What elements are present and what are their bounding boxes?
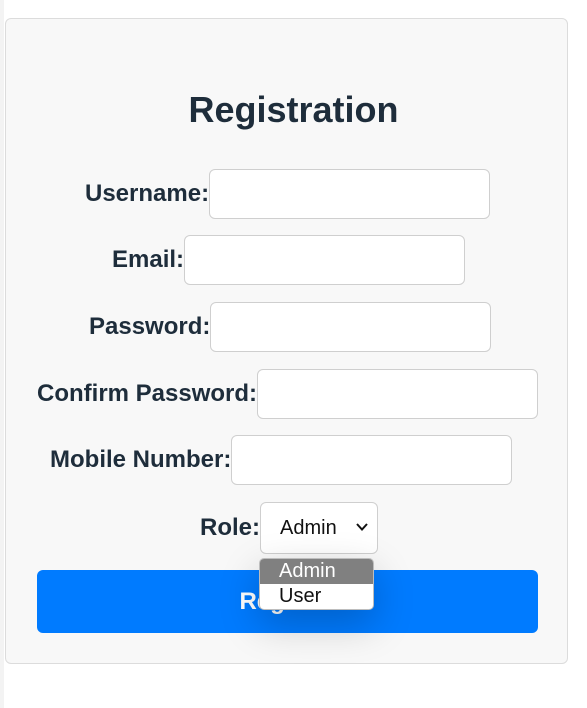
username-label: Username: [85,180,210,207]
role-select-value: Admin [280,516,337,539]
role-label: Role: [200,514,260,541]
confirm-password-label: Confirm Password: [37,380,258,407]
role-dropdown-list: Admin User [259,558,374,610]
email-row: Email: [112,235,466,285]
username-input[interactable] [209,169,491,219]
confirm-password-input[interactable] [257,369,539,419]
username-row: Username: [85,169,491,219]
email-input[interactable] [184,235,466,285]
role-option-admin[interactable]: Admin [260,559,373,584]
password-label: Password: [89,313,211,340]
mobile-number-label: Mobile Number: [50,446,232,473]
role-option-user[interactable]: User [260,584,373,609]
page-title: Registration [188,89,399,130]
email-label: Email: [112,246,185,273]
password-row: Password: [89,302,492,352]
chevron-down-icon [356,523,368,531]
password-input[interactable] [210,302,492,352]
role-row: Role: Admin [200,502,378,554]
mobile-number-row: Mobile Number: [50,435,513,485]
mobile-number-input[interactable] [231,435,513,485]
confirm-password-row: Confirm Password: [37,369,539,419]
role-select[interactable]: Admin [260,502,378,554]
